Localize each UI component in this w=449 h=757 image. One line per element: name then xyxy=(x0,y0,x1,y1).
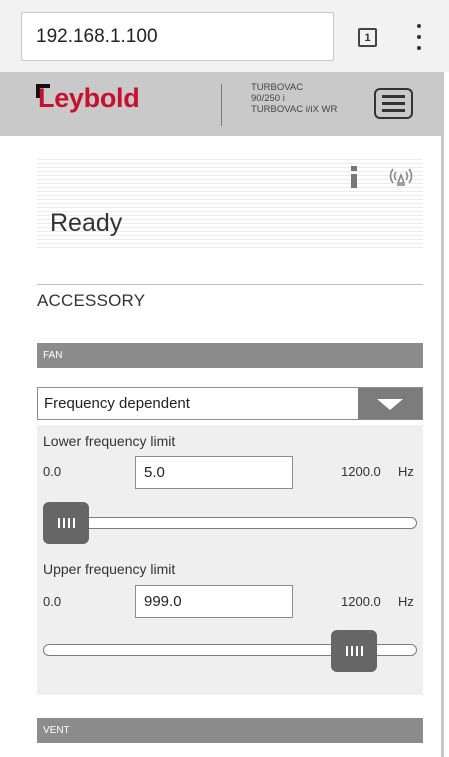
pump-status: Ready xyxy=(50,209,123,237)
upper-limit-max: 1200.0 xyxy=(341,594,381,609)
upper-limit-unit: Hz xyxy=(398,594,414,609)
upper-limit-input[interactable]: 999.0 xyxy=(135,585,293,618)
lower-limit-max: 1200.0 xyxy=(341,464,381,479)
section-title: ACCESSORY xyxy=(37,291,146,310)
brand-logo: Leybold xyxy=(38,83,140,113)
app-header: Leybold TURBOVAC 90/250 i TURBOVAC i/iX … xyxy=(0,72,441,136)
main-menu-button[interactable] xyxy=(374,88,413,119)
lower-limit-input[interactable]: 5.0 xyxy=(135,456,293,489)
section-divider xyxy=(37,284,423,285)
model-name: TURBOVAC 90/250 i TURBOVAC i/iX WR xyxy=(251,82,337,115)
lower-limit-label: Lower frequency limit xyxy=(43,433,176,449)
lower-limit-unit: Hz xyxy=(398,464,414,479)
fan-mode-value: Frequency dependent xyxy=(44,395,190,412)
address-bar[interactable]: 192.168.1.100 xyxy=(21,12,334,61)
model-line: TURBOVAC i/iX WR xyxy=(251,104,338,115)
info-icon[interactable] xyxy=(349,166,359,188)
vent-group-header[interactable]: VENT xyxy=(37,718,423,743)
lower-limit-slider-handle[interactable] xyxy=(43,502,89,544)
fan-group-header[interactable]: FAN xyxy=(37,343,423,368)
upper-limit-slider-handle[interactable] xyxy=(331,630,378,672)
model-line: TURBOVAC xyxy=(251,82,304,93)
remote-signal-icon[interactable] xyxy=(387,166,415,188)
browser-menu-icon[interactable] xyxy=(408,24,430,50)
model-line: 90/250 i xyxy=(251,93,285,104)
lower-limit-slider-track[interactable] xyxy=(43,517,417,529)
browser-toolbar: 192.168.1.100 1 xyxy=(0,0,449,72)
header-divider xyxy=(221,84,222,126)
upper-limit-min: 0.0 xyxy=(43,594,62,609)
fan-mode-select[interactable]: Frequency dependent xyxy=(37,387,423,420)
url-text: 192.168.1.100 xyxy=(36,25,158,47)
fan-settings-panel: Lower frequency limit 0.0 5.0 1200.0 Hz … xyxy=(37,425,423,695)
tab-switcher-icon[interactable]: 1 xyxy=(358,28,377,47)
upper-limit-label: Upper frequency limit xyxy=(43,561,176,577)
chevron-down-icon[interactable] xyxy=(358,388,422,419)
page-scrollbar[interactable] xyxy=(441,72,444,757)
status-panel: Ready xyxy=(37,156,423,248)
lower-limit-min: 0.0 xyxy=(43,464,62,479)
tab-count-label: 1 xyxy=(364,31,371,44)
